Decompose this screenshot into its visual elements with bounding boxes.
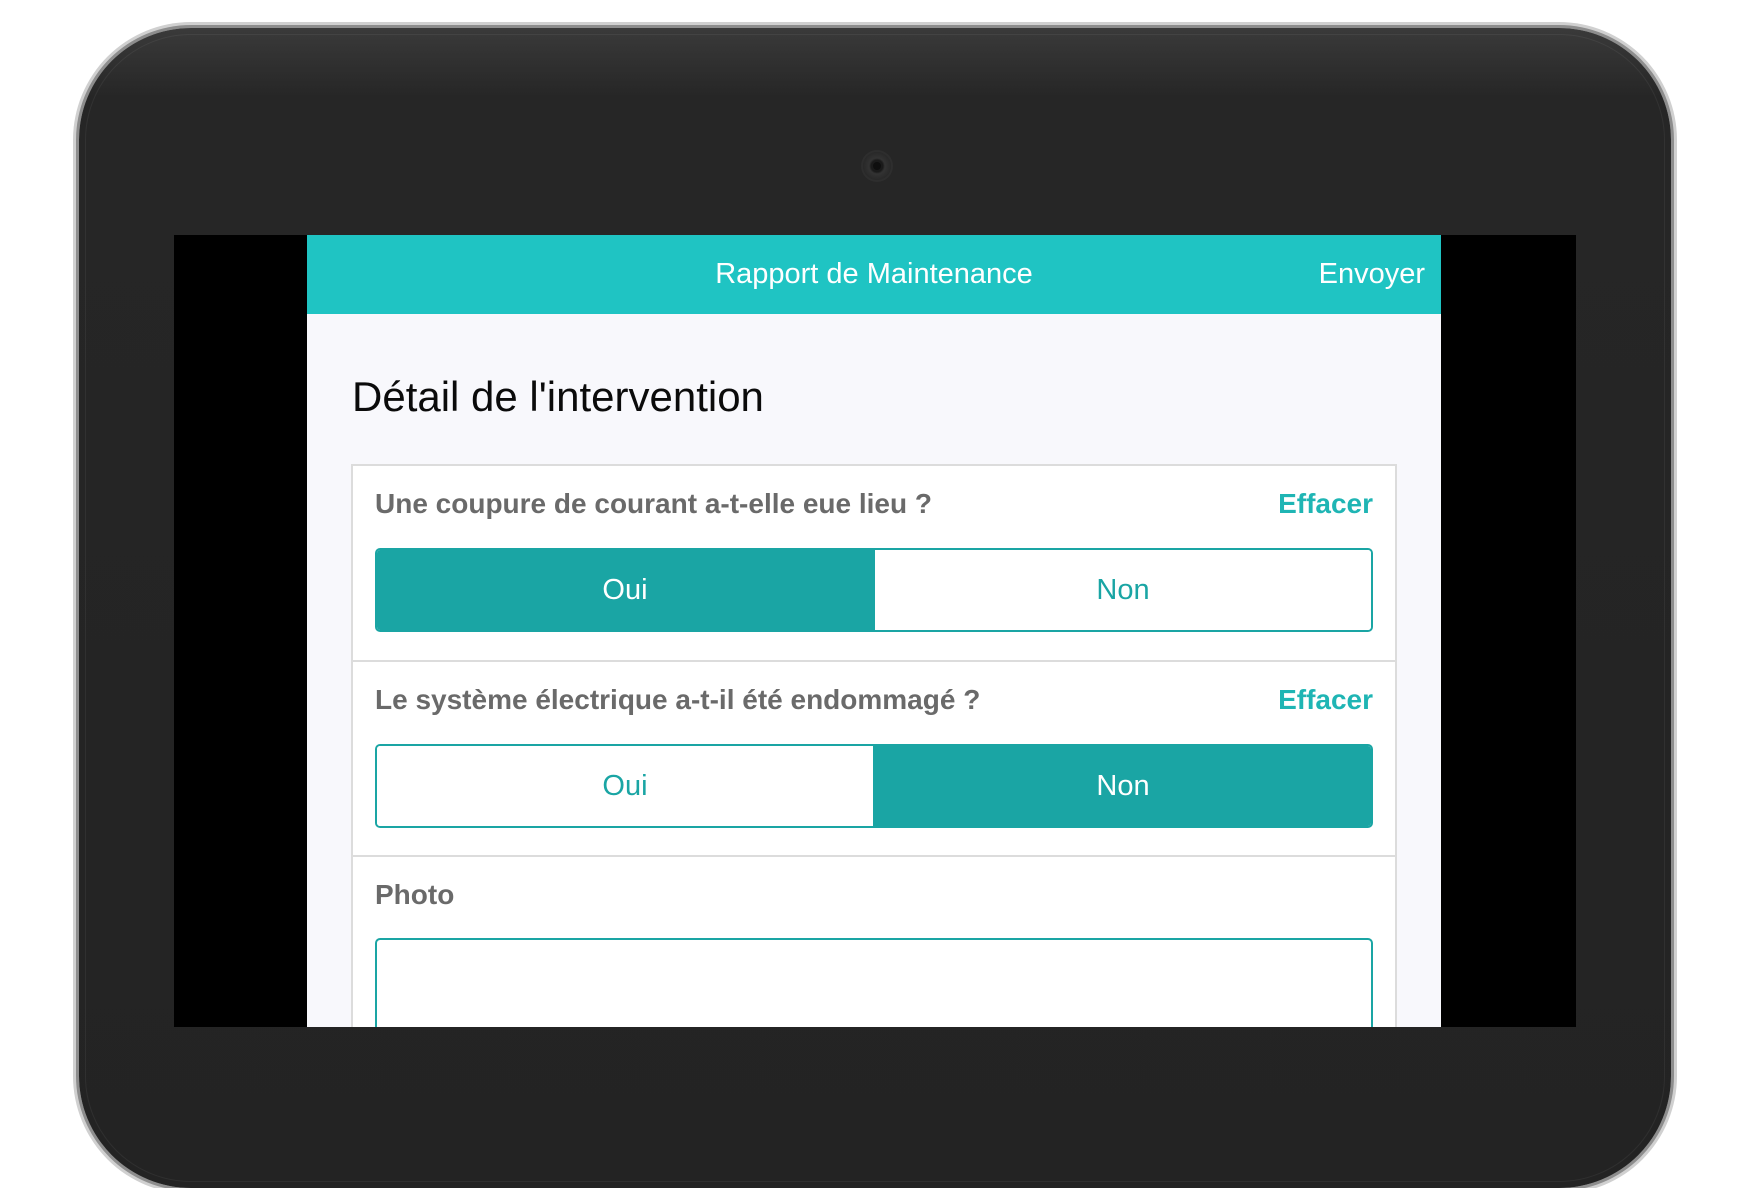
page-title: Détail de l'intervention [352, 373, 764, 420]
clear-button[interactable]: Effacer [1278, 684, 1373, 716]
option-oui-button[interactable]: Oui [377, 550, 873, 630]
photo-label: Photo [375, 879, 455, 910]
app-view: Rapport de Maintenance Envoyer Détail de… [307, 235, 1441, 1027]
send-button[interactable]: Envoyer [1319, 235, 1425, 314]
yes-no-segmented-control: Oui Non [375, 744, 1373, 828]
form-field-electrical-damage: Le système électrique a-t-il été endomma… [353, 662, 1395, 857]
tablet-screen: Rapport de Maintenance Envoyer Détail de… [174, 235, 1576, 1027]
field-question: Une coupure de courant a-t-elle eue lieu… [375, 488, 932, 519]
form-field-photo: Photo [353, 857, 1395, 1027]
option-oui-button[interactable]: Oui [377, 746, 873, 826]
option-non-button[interactable]: Non [873, 746, 1371, 826]
nav-title: Rapport de Maintenance [715, 258, 1033, 290]
camera-lens [873, 162, 881, 170]
form-card: Une coupure de courant a-t-elle eue lieu… [351, 464, 1397, 1027]
field-question: Le système électrique a-t-il été endomma… [375, 684, 981, 715]
front-camera-icon [863, 152, 891, 180]
navigation-bar: Rapport de Maintenance Envoyer [307, 235, 1441, 314]
clear-button[interactable]: Effacer [1278, 488, 1373, 520]
photo-upload-area[interactable] [375, 938, 1373, 1027]
form-field-power-outage: Une coupure de courant a-t-elle eue lieu… [353, 466, 1395, 662]
yes-no-segmented-control: Oui Non [375, 548, 1373, 632]
option-non-button[interactable]: Non [873, 550, 1371, 630]
